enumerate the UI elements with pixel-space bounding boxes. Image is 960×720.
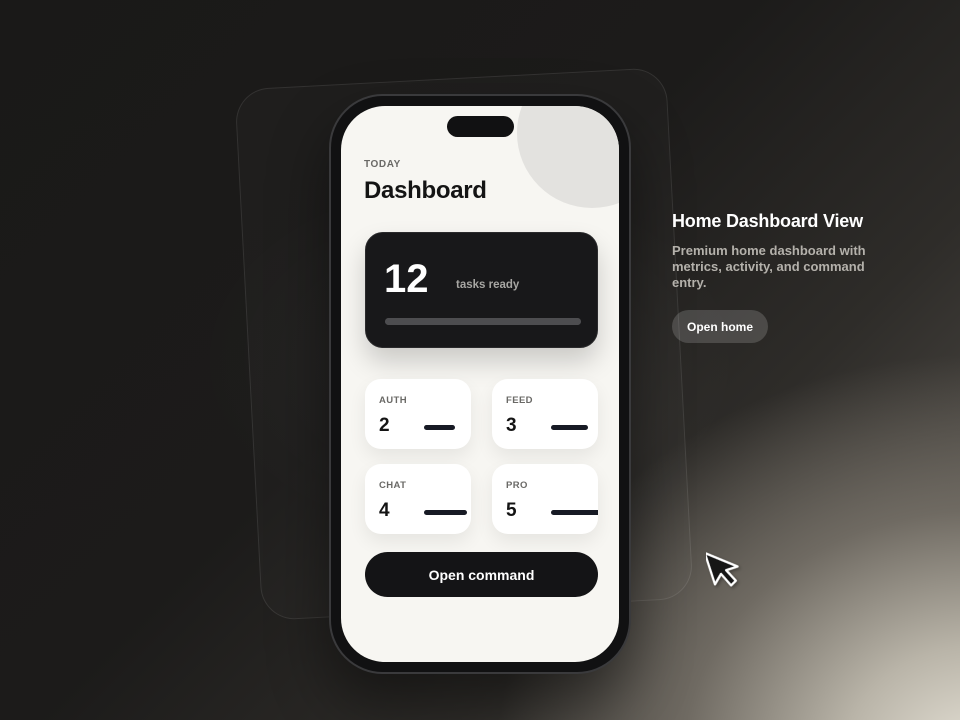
dynamic-island [447,116,514,137]
tile-value: 4 [379,500,390,521]
tile-indicator [551,510,598,515]
tile-label: CHAT [379,480,407,491]
tile-indicator [424,510,467,515]
open-command-button[interactable]: Open command [365,552,598,597]
page-title: Dashboard [364,177,487,204]
tile-label: FEED [506,395,533,406]
open-home-button[interactable]: Open home [672,310,768,343]
tile-value: 5 [506,500,517,521]
tasks-count: 12 [384,257,429,301]
decorative-circle [517,106,619,208]
tile-indicator [551,425,588,430]
view-description: Premium home dashboard with metrics, act… [672,243,866,290]
tile-label: AUTH [379,395,407,406]
tasks-summary-card[interactable]: 12 tasks ready [365,232,598,348]
view-title: Home Dashboard View [672,211,863,231]
tile-indicator [424,425,455,430]
metric-tile-pro[interactable]: PRO 5 [492,464,598,534]
metric-tile-chat[interactable]: CHAT 4 [365,464,471,534]
phone-screen: TODAY Dashboard 12 tasks ready AUTH 2 FE… [341,106,619,662]
tasks-progress-fill [385,318,581,325]
tile-value: 2 [379,415,390,436]
tasks-caption: tasks ready [456,279,520,291]
tasks-progress-bar [385,318,581,325]
phone-frame: TODAY Dashboard 12 tasks ready AUTH 2 FE… [329,94,631,674]
metric-tile-feed[interactable]: FEED 3 [492,379,598,449]
date-eyebrow: TODAY [364,159,401,170]
tile-label: PRO [506,480,528,491]
mouse-pointer-icon [706,551,739,587]
metric-tile-auth[interactable]: AUTH 2 [365,379,471,449]
tile-value: 3 [506,415,517,436]
